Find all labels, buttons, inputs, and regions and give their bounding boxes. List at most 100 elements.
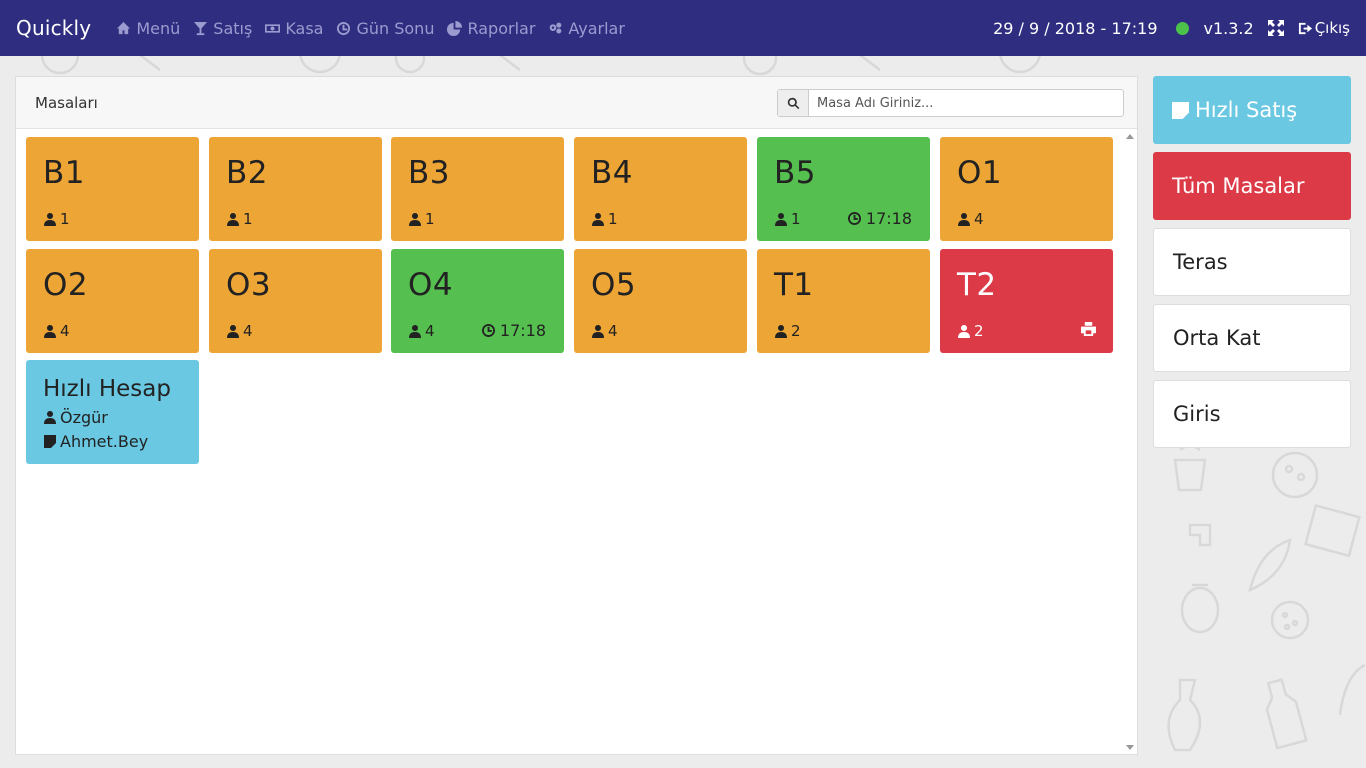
brand-logo[interactable]: Quickly: [16, 16, 91, 40]
sticky-note-icon: [44, 435, 56, 448]
cup-doodle-icon: [1173, 444, 1207, 492]
section-button-giris[interactable]: Giris: [1153, 380, 1351, 448]
user-icon: [592, 212, 604, 226]
clock-icon: [481, 324, 495, 337]
guest-count: 1: [409, 210, 435, 228]
datetime-display: 29 / 9 / 2018 - 17:19: [993, 18, 1158, 38]
all-tables-button[interactable]: Tüm Masalar: [1153, 152, 1351, 220]
section-button-teras[interactable]: Teras: [1153, 228, 1351, 296]
print-button[interactable]: [1081, 321, 1096, 340]
quick-account-tile[interactable]: Hızlı Hesap Özgür Ahmet.Bey: [26, 360, 199, 464]
nav-item-settings[interactable]: Ayarlar: [548, 19, 625, 38]
clock-icon: [337, 21, 351, 35]
fullscreen-icon[interactable]: [1267, 20, 1284, 36]
guest-count-value: 4: [243, 322, 253, 340]
table-name: B4: [591, 155, 633, 191]
table-tile-t2[interactable]: T2 2: [940, 249, 1113, 353]
table-tile-o3[interactable]: O3 4: [209, 249, 382, 353]
nav-item-label: Kasa: [285, 18, 324, 38]
gears-icon: [550, 22, 562, 33]
logout-label: Çıkış: [1314, 19, 1350, 37]
guest-count-value: 1: [608, 210, 618, 228]
guest-count-value: 2: [791, 322, 801, 340]
quick-account-note-text: Ahmet.Bey: [60, 432, 149, 451]
table-tile-o4[interactable]: O4 4 17:18: [391, 249, 564, 353]
guest-count-value: 4: [425, 322, 435, 340]
table-tile-b2[interactable]: B2 1: [209, 137, 382, 241]
guest-count-value: 4: [608, 322, 618, 340]
all-tables-label: Tüm Masalar: [1172, 174, 1305, 198]
nav-menu: Menü Satış Kasa Gün Sonu Raporlar Ayarla…: [103, 19, 625, 38]
cocktail-icon: [194, 21, 208, 35]
nav-item-label: Raporlar: [467, 18, 536, 38]
pie-chart-icon: [447, 20, 463, 36]
table-tile-b5[interactable]: B5 1 17:18: [757, 137, 930, 241]
guest-count-value: 1: [425, 210, 435, 228]
nav-item-menu[interactable]: Menü: [116, 19, 180, 38]
guest-count: 2: [958, 322, 984, 340]
table-tile-b4[interactable]: B4 1: [574, 137, 747, 241]
table-tile-o1[interactable]: O1 4: [940, 137, 1113, 241]
section-label: Orta Kat: [1173, 326, 1261, 350]
user-icon: [775, 324, 787, 338]
guest-count: 4: [592, 322, 618, 340]
quick-sale-button[interactable]: Hızlı Satış: [1153, 76, 1351, 144]
guest-count: 1: [592, 210, 618, 228]
user-icon: [958, 324, 970, 338]
user-icon: [592, 324, 604, 338]
print-icon: [1081, 322, 1096, 336]
pizza-doodle-icon: [1271, 451, 1319, 499]
cookie-doodle-icon: [1270, 600, 1310, 640]
scroll-up-arrow[interactable]: [1126, 134, 1134, 139]
table-name: O5: [591, 267, 637, 303]
user-icon: [958, 212, 970, 226]
table-search-input[interactable]: [809, 90, 1123, 116]
search-button[interactable]: [778, 90, 809, 116]
quick-account-user-name: Özgür: [60, 408, 108, 427]
table-name: O1: [957, 155, 1003, 191]
open-time: 17:18: [481, 321, 546, 340]
faucet-doodle-icon: [1188, 523, 1212, 547]
jar-doodle-icon: [1180, 583, 1220, 634]
table-tile-b3[interactable]: B3 1: [391, 137, 564, 241]
guest-count: 4: [409, 322, 435, 340]
table-name: T2: [957, 267, 997, 303]
guest-count: 2: [775, 322, 801, 340]
guest-count: 1: [44, 210, 70, 228]
guest-count: 4: [958, 210, 984, 228]
section-button-orta-kat[interactable]: Orta Kat: [1153, 304, 1351, 372]
open-time-value: 17:18: [865, 209, 912, 228]
guest-count-value: 4: [974, 210, 984, 228]
logout-button[interactable]: Çıkış: [1298, 19, 1350, 37]
search-icon: [787, 97, 799, 109]
connection-status-indicator: [1175, 21, 1189, 35]
table-name: B5: [774, 155, 816, 191]
table-tile-o5[interactable]: O5 4: [574, 249, 747, 353]
nav-item-sales[interactable]: Satış: [193, 19, 252, 38]
table-name: B3: [408, 155, 450, 191]
user-icon: [775, 212, 787, 226]
user-icon: [227, 324, 239, 338]
money-icon: [265, 23, 281, 33]
guest-count: 4: [44, 322, 70, 340]
bottle-2-doodle-icon: [1265, 678, 1308, 750]
table-tile-t1[interactable]: T1 2: [757, 249, 930, 353]
guest-count: 1: [775, 210, 801, 228]
user-icon: [44, 324, 56, 338]
guest-count-value: 1: [243, 210, 253, 228]
home-icon: [117, 21, 131, 34]
user-icon: [227, 212, 239, 226]
user-icon: [409, 212, 421, 226]
open-time-value: 17:18: [499, 321, 546, 340]
leaf-doodle-icon: [1248, 538, 1292, 593]
quick-account-title: Hızlı Hesap: [43, 376, 171, 402]
vertical-scrollbar[interactable]: [1122, 130, 1137, 754]
scroll-down-arrow[interactable]: [1126, 745, 1134, 750]
table-tile-o2[interactable]: O2 4: [26, 249, 199, 353]
tables-panel: Masaları B1 1 B2 1 B3 1 B4: [15, 76, 1138, 755]
nav-item-cash[interactable]: Kasa: [265, 19, 323, 38]
nav-item-reports[interactable]: Raporlar: [447, 19, 535, 38]
nav-item-end-of-day[interactable]: Gün Sonu: [336, 19, 434, 38]
box-doodle-icon: [1303, 503, 1361, 558]
table-tile-b1[interactable]: B1 1: [26, 137, 199, 241]
